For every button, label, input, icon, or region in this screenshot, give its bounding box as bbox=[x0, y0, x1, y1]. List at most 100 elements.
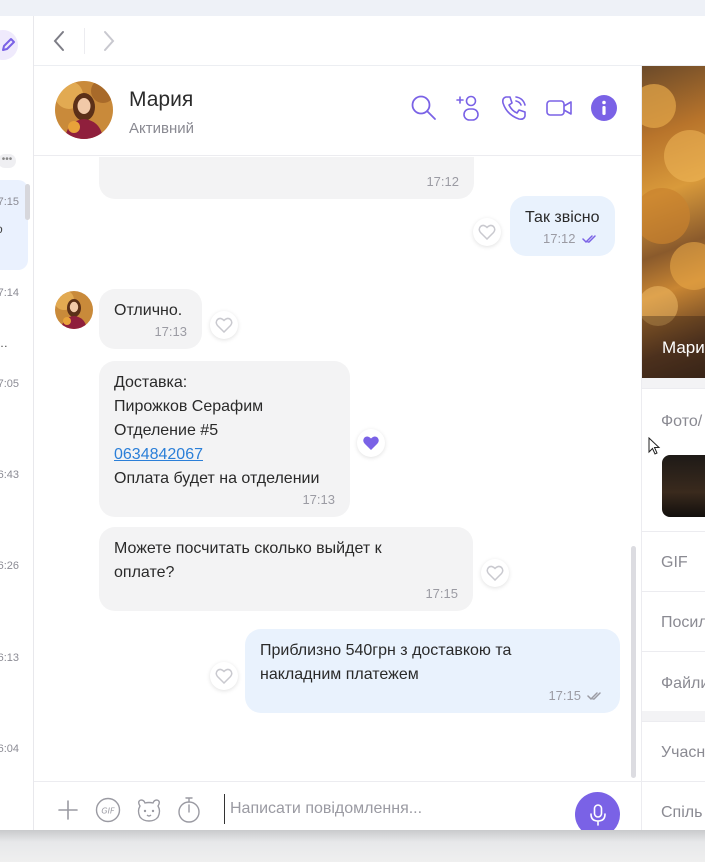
message-composer: GIF bbox=[34, 781, 641, 830]
heart-outline-icon bbox=[215, 668, 233, 684]
info-icon bbox=[591, 95, 617, 121]
chat-list-scrollbar[interactable] bbox=[25, 184, 30, 220]
contact-avatar[interactable] bbox=[55, 81, 113, 139]
heart-outline-icon bbox=[486, 565, 504, 581]
like-button[interactable] bbox=[210, 311, 238, 339]
add-participant-button[interactable] bbox=[454, 93, 484, 123]
attach-button[interactable] bbox=[54, 796, 82, 824]
chevron-left-icon bbox=[53, 31, 64, 51]
info-button[interactable] bbox=[589, 93, 619, 123]
message-incoming[interactable]: 17:12 bbox=[99, 157, 474, 199]
phone-icon bbox=[502, 96, 526, 120]
app-window: ••• 7:15 о 7:14 … 7:05 . 6:43 6:26 6:13 … bbox=[0, 16, 705, 830]
more-dots-icon[interactable]: ••• bbox=[0, 154, 16, 168]
chat-list-item-selected[interactable] bbox=[0, 180, 28, 270]
like-button[interactable] bbox=[481, 559, 509, 587]
message-meta: 17:15 bbox=[260, 687, 605, 705]
mouse-cursor-icon bbox=[648, 437, 661, 455]
svg-text:GIF: GIF bbox=[101, 807, 115, 816]
chat-list-time: 6:13 bbox=[0, 652, 19, 664]
pencil-icon bbox=[2, 38, 15, 51]
chevron-right-icon bbox=[104, 31, 115, 51]
gif-icon: GIF bbox=[95, 797, 121, 823]
bear-sticker-icon bbox=[137, 799, 161, 822]
message-time: 17:15 bbox=[548, 688, 581, 703]
sender-avatar[interactable] bbox=[55, 291, 93, 329]
chat-header: Мария Активний bbox=[34, 66, 641, 156]
search-icon bbox=[411, 95, 436, 120]
contact-name: Мария bbox=[129, 88, 194, 111]
message-text: Можете посчитать сколько выйдет к оплате… bbox=[114, 540, 382, 581]
message-outgoing[interactable]: Так звісно 17:12 bbox=[510, 196, 615, 256]
message-incoming[interactable]: Отлично. 17:13 bbox=[99, 289, 202, 349]
video-camera-icon bbox=[546, 100, 572, 116]
photo-caption: Мари bbox=[662, 338, 705, 357]
message-time: 17:12 bbox=[426, 174, 459, 189]
chat-list-time: 7:14 bbox=[0, 287, 19, 299]
section-gap bbox=[642, 378, 705, 388]
section-label-links: Посил bbox=[661, 614, 705, 631]
media-thumbnail[interactable] bbox=[662, 455, 705, 517]
window-shadow bbox=[0, 830, 705, 862]
heart-outline-icon bbox=[215, 317, 233, 333]
section-label-shared-groups: Спіль bbox=[661, 804, 703, 821]
chat-list-time: 7:15 bbox=[0, 196, 19, 208]
contact-photo[interactable] bbox=[642, 66, 705, 378]
chat-list-time: 6:26 bbox=[0, 560, 19, 572]
heart-filled-icon bbox=[363, 436, 379, 450]
stopwatch-icon bbox=[178, 797, 200, 823]
message-text: Отлично. bbox=[114, 302, 183, 319]
chat-list-time: 6:43 bbox=[0, 469, 19, 481]
double-check-icon bbox=[581, 235, 596, 244]
contact-status: Активний bbox=[129, 120, 194, 137]
chat-list: ••• 7:15 о 7:14 … 7:05 . 6:43 6:26 6:13 … bbox=[0, 16, 34, 830]
nav-divider bbox=[84, 28, 85, 54]
message-meta: 17:12 bbox=[525, 230, 600, 248]
section-label-participants: Учасн bbox=[661, 744, 705, 761]
forward-button[interactable] bbox=[96, 28, 122, 54]
message-time-value: 17:15 bbox=[425, 586, 458, 601]
microphone-icon bbox=[589, 803, 606, 826]
message-incoming[interactable]: Доставка: Пирожков Серафим Отделение #5 … bbox=[99, 361, 350, 517]
compose-button[interactable] bbox=[0, 30, 18, 60]
message-time-value: 17:13 bbox=[302, 492, 335, 507]
back-button[interactable] bbox=[46, 28, 72, 54]
gif-button[interactable]: GIF bbox=[94, 796, 122, 824]
video-call-button[interactable] bbox=[544, 93, 574, 123]
message-line: Доставка: bbox=[114, 374, 188, 391]
like-button-active[interactable] bbox=[357, 429, 385, 457]
section-label-files: Файли bbox=[661, 675, 705, 692]
sticker-button[interactable] bbox=[135, 796, 163, 824]
timer-button[interactable] bbox=[175, 796, 203, 824]
message-line: Оплата будет на отделении bbox=[114, 470, 320, 487]
search-button[interactable] bbox=[409, 93, 439, 123]
message-text: Так звісно bbox=[525, 209, 600, 226]
call-button[interactable] bbox=[499, 93, 529, 123]
message-input[interactable] bbox=[224, 794, 564, 824]
chat-scrollbar[interactable] bbox=[631, 546, 636, 778]
top-strip bbox=[0, 0, 705, 16]
message-time: 17:12 bbox=[542, 231, 576, 246]
add-user-icon bbox=[456, 95, 479, 121]
chat-list-time: 6:04 bbox=[0, 743, 19, 755]
message-list: 17:12 Так звісно 17:12 Отлично. 17:13 До… bbox=[34, 157, 641, 781]
message-incoming[interactable]: Можете посчитать сколько выйдет к оплате… bbox=[99, 527, 473, 611]
navigation-bar bbox=[34, 16, 705, 66]
chat-list-preview: … bbox=[0, 336, 8, 350]
message-time: 17:13 bbox=[114, 323, 187, 341]
chat-list-time: 7:05 bbox=[0, 378, 19, 390]
double-check-icon bbox=[587, 692, 601, 701]
plus-icon bbox=[58, 800, 78, 820]
like-button[interactable] bbox=[473, 218, 501, 246]
message-time: 17:13 bbox=[114, 491, 335, 509]
phone-link[interactable]: 0634842067 bbox=[114, 446, 203, 463]
like-button[interactable] bbox=[210, 662, 238, 690]
section-label-gif: GIF bbox=[661, 554, 688, 571]
message-text: Приблизно 540грн з доставкою та накладни… bbox=[260, 642, 512, 683]
voice-message-button[interactable] bbox=[575, 792, 620, 830]
section-gap bbox=[642, 711, 705, 721]
section-label-media: Фото/ bbox=[661, 413, 703, 430]
message-outgoing[interactable]: Приблизно 540грн з доставкою та накладни… bbox=[245, 629, 620, 713]
message-time-value: 17:13 bbox=[154, 324, 187, 339]
heart-outline-icon bbox=[478, 224, 496, 240]
